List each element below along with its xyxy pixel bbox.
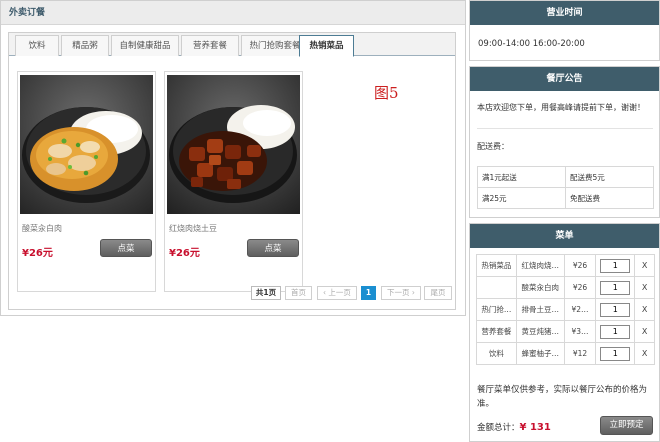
fee-condition: 满1元起送 [477, 166, 566, 188]
tab-set-meals[interactable]: 营养套餐 [181, 35, 239, 56]
cart-item-name: 酸菜汆白肉 [515, 276, 565, 299]
pager-first[interactable]: 首页 [285, 286, 312, 300]
product-image-braised-pork-potato[interactable] [167, 75, 300, 214]
quantity-input[interactable]: 1 [600, 280, 631, 295]
order-panel-title: 外卖订餐 [1, 1, 465, 25]
product-image-sauerkraut-pork[interactable] [20, 75, 153, 214]
figure-label: 图5 [374, 84, 399, 102]
hours-title: 营业时间 [470, 1, 659, 25]
hours-text: 09:00-14:00 16:00-20:00 [478, 39, 585, 49]
pager-last[interactable]: 尾页 [424, 286, 452, 300]
quantity-input[interactable]: 1 [600, 258, 631, 273]
remove-cell: X [634, 298, 655, 321]
quantity-cell: 1 [595, 298, 636, 321]
pager-current[interactable]: 1 [361, 286, 376, 300]
product-card: 红烧肉烧土豆 ¥26元 点菜 [164, 71, 303, 292]
cart-item-price: ¥26 [563, 276, 597, 299]
cart-table: 热销菜品 红烧肉烧… ¥26 1 X 酸菜汆白肉 ¥26 1 X 热门抢… 排骨… [476, 254, 655, 365]
order-panel: 外卖订餐 饮料 精品粥 自制健康甜品 营养套餐 热门抢购套餐 热销菜品 酸菜汆白… [0, 0, 466, 316]
remove-cell: X [634, 276, 655, 299]
remove-item-button[interactable]: X [642, 261, 647, 270]
cart-item-price: ¥2… [563, 298, 597, 321]
tab-bestsellers[interactable]: 热销菜品 [299, 35, 354, 57]
cart-row: 热销菜品 红烧肉烧… ¥26 1 X [476, 254, 655, 277]
delivery-fee-table: 满1元起送 配送费5元 满25元 免配送费 [477, 166, 654, 209]
notice-title: 餐厅公告 [470, 67, 659, 91]
total-value: ¥ 131 [519, 422, 551, 433]
cart-row: 饮料 蜂蜜柚子… ¥12 1 X [476, 342, 655, 365]
quantity-cell: 1 [595, 276, 636, 299]
quantity-input[interactable]: 1 [600, 302, 631, 317]
tab-desserts[interactable]: 自制健康甜品 [111, 35, 179, 56]
quantity-cell: 1 [595, 254, 636, 277]
tab-porridge[interactable]: 精品粥 [61, 35, 109, 56]
cart-item-price: ¥12 [563, 342, 597, 365]
hours-panel: 营业时间 09:00-14:00 16:00-20:00 [469, 0, 660, 61]
order-button[interactable]: 点菜 [100, 239, 152, 257]
cart-category: 热销菜品 [476, 254, 517, 277]
divider [477, 128, 653, 129]
pager-prev[interactable]: ‹ 上一页 [317, 286, 357, 300]
cart-item-name: 红烧肉烧… [515, 254, 565, 277]
total-label: 金额总计： [477, 423, 520, 433]
cart-item-name: 黄豆炖猪… [515, 320, 565, 343]
notice-text: 本店欢迎您下单，用餐高峰请提前下单，谢谢！ [477, 103, 645, 112]
cart-row: 营养套餐 黄豆炖猪… ¥3… 1 X [476, 320, 655, 343]
cart-item-price: ¥26 [563, 254, 597, 277]
tab-container: 饮料 精品粥 自制健康甜品 营养套餐 热门抢购套餐 热销菜品 酸菜汆白肉 ¥26… [8, 32, 456, 310]
fee-row: 满25元 免配送费 [477, 187, 654, 209]
product-price: ¥26元 [169, 248, 200, 259]
cart-row: 热门抢… 排骨土豆… ¥2… 1 X [476, 298, 655, 321]
remove-item-button[interactable]: X [642, 305, 647, 314]
notice-panel: 餐厅公告 本店欢迎您下单，用餐高峰请提前下单，谢谢！ 配送费： 满1元起送 配送… [469, 66, 660, 218]
fee-condition: 满25元 [477, 187, 566, 209]
cart-item-name: 排骨土豆… [515, 298, 565, 321]
cart-category: 饮料 [476, 342, 517, 365]
fee-amount: 配送费5元 [565, 166, 654, 188]
order-total: 金额总计：¥ 131 [477, 421, 551, 433]
remove-item-button[interactable]: X [642, 327, 647, 336]
fee-amount-free: 免配送费 [565, 187, 654, 209]
tab-drinks[interactable]: 饮料 [15, 35, 59, 56]
remove-cell: X [634, 320, 655, 343]
delivery-fee-title: 配送费： [477, 142, 509, 151]
product-card: 酸菜汆白肉 ¥26元 点菜 [17, 71, 156, 292]
order-button[interactable]: 点菜 [247, 239, 299, 257]
cart-category: 营养套餐 [476, 320, 517, 343]
product-price: ¥26元 [22, 248, 53, 259]
menu-title: 菜单 [470, 224, 659, 248]
quantity-input[interactable]: 1 [600, 324, 631, 339]
product-name[interactable]: 红烧肉烧土豆 [169, 223, 217, 234]
quantity-cell: 1 [595, 342, 636, 365]
remove-cell: X [634, 254, 655, 277]
cart-row: 酸菜汆白肉 ¥26 1 X [476, 276, 655, 299]
remove-item-button[interactable]: X [642, 283, 647, 292]
cart-category: 热门抢… [476, 298, 517, 321]
quantity-input[interactable]: 1 [600, 346, 631, 361]
cart-item-price: ¥3… [563, 320, 597, 343]
book-now-button[interactable]: 立即预定 [600, 416, 653, 435]
menu-disclaimer: 餐厅菜单仅供参考，实际以餐厅公布的价格为准。 [477, 385, 648, 409]
cart-item-name: 蜂蜜柚子… [515, 342, 565, 365]
remove-cell: X [634, 342, 655, 365]
cart-category [476, 276, 517, 299]
fee-row: 满1元起送 配送费5元 [477, 166, 654, 188]
pager-next[interactable]: 下一页 › [381, 286, 421, 300]
quantity-cell: 1 [595, 320, 636, 343]
menu-panel: 菜单 热销菜品 红烧肉烧… ¥26 1 X 酸菜汆白肉 ¥26 1 X 热门抢…… [469, 223, 660, 442]
category-tabs: 饮料 精品粥 自制健康甜品 营养套餐 热门抢购套餐 热销菜品 [9, 33, 455, 57]
pager-total: 共1页 [251, 286, 281, 300]
product-name[interactable]: 酸菜汆白肉 [22, 223, 62, 234]
remove-item-button[interactable]: X [642, 349, 647, 358]
